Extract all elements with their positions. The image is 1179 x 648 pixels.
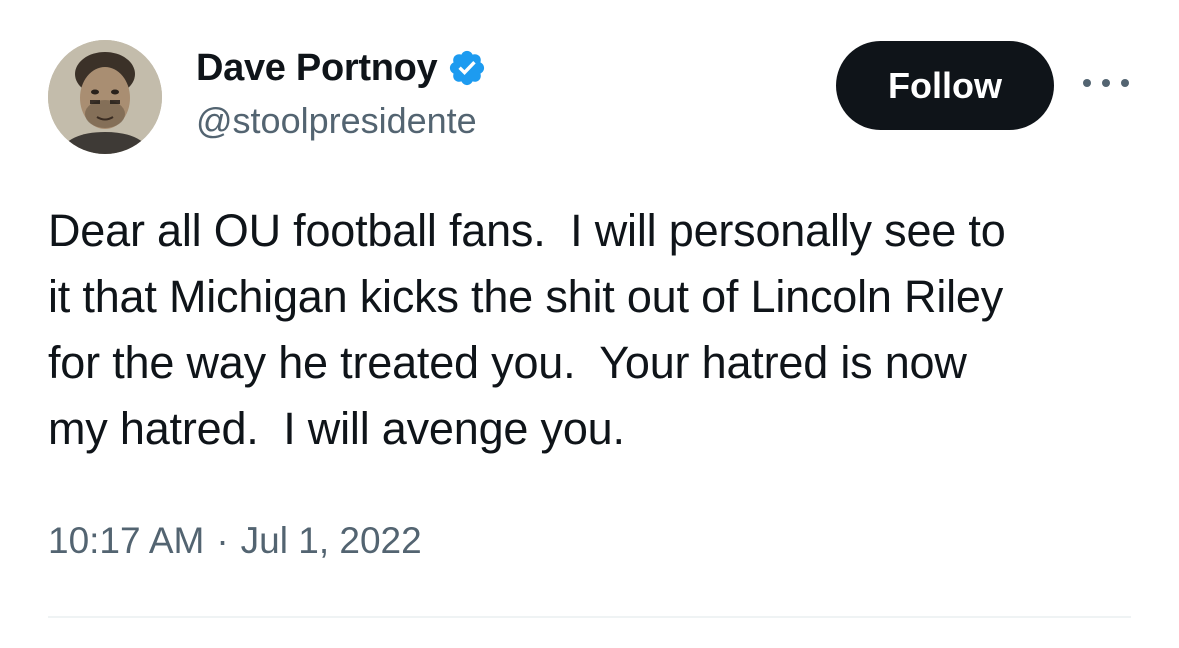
tweet-text-line: Dear all OU football fans. I will person… bbox=[48, 205, 1006, 256]
avatar[interactable] bbox=[48, 40, 162, 154]
ellipsis-icon[interactable] bbox=[1083, 68, 1129, 98]
more-dot bbox=[1083, 79, 1091, 87]
verified-badge-icon[interactable] bbox=[447, 48, 487, 88]
tweet-time[interactable]: 10:17 AM bbox=[48, 520, 204, 562]
more-dot bbox=[1102, 79, 1110, 87]
display-name[interactable]: Dave Portnoy bbox=[196, 47, 438, 90]
follow-button[interactable]: Follow bbox=[836, 41, 1054, 130]
tweet-text-line: for the way he treated you. Your hatred … bbox=[48, 337, 967, 388]
tweet-text: Dear all OU football fans. I will person… bbox=[48, 198, 1138, 462]
divider bbox=[48, 616, 1131, 618]
author-name-row: Dave Portnoy bbox=[196, 44, 487, 92]
user-photo-avatar bbox=[48, 40, 162, 154]
timestamp-separator: · bbox=[216, 520, 229, 561]
tweet-text-line: it that Michigan kicks the shit out of L… bbox=[48, 271, 1004, 322]
tweet-date[interactable]: Jul 1, 2022 bbox=[241, 520, 422, 562]
more-dot bbox=[1121, 79, 1129, 87]
author-handle[interactable]: @stoolpresidente bbox=[196, 100, 477, 142]
tweet-timestamp: 10:17 AM · Jul 1, 2022 bbox=[48, 520, 422, 562]
tweet-text-line: my hatred. I will avenge you. bbox=[48, 403, 625, 454]
